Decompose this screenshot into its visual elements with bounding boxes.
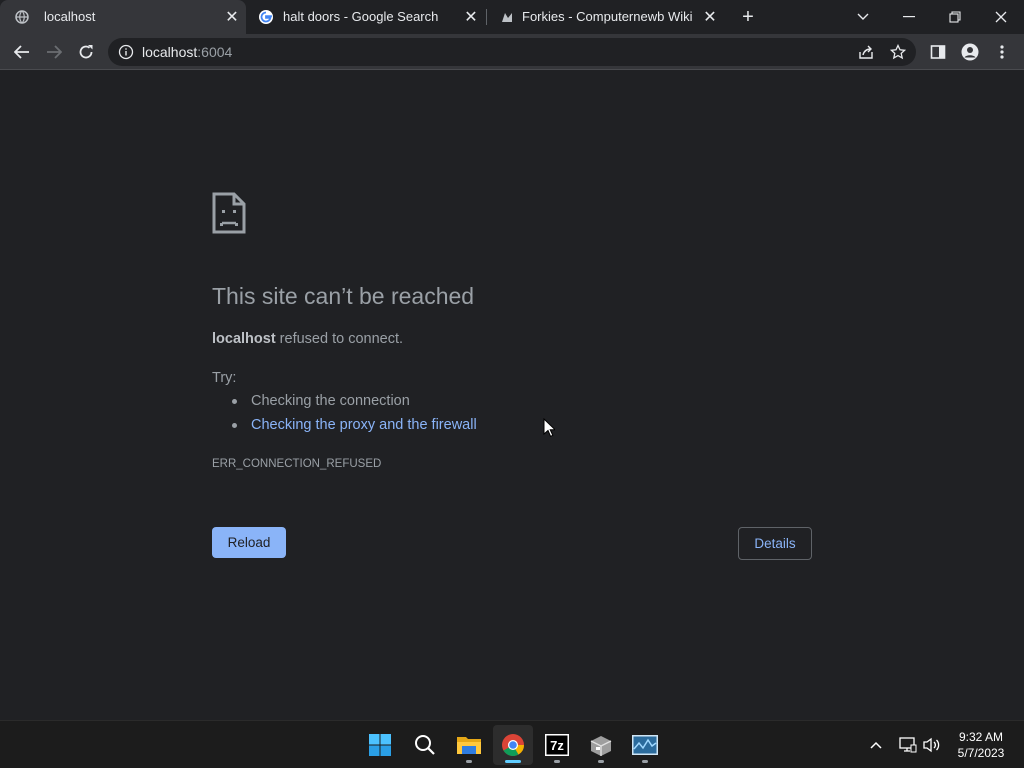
clock-time: 9:32 AM	[958, 730, 1004, 744]
chrome-icon[interactable]	[493, 725, 533, 765]
error-code: ERR_CONNECTION_REFUSED	[212, 458, 382, 470]
browser-toolbar: localhost:6004	[0, 34, 1024, 70]
close-tab-icon[interactable]: ✕	[702, 9, 718, 26]
resource-monitor-icon[interactable]	[625, 725, 665, 765]
details-button[interactable]: Details	[738, 527, 812, 560]
suggestion-text: Checking the connection	[251, 393, 410, 409]
tab-title: Forkies - Computernewb Wiki	[522, 9, 693, 24]
7zip-icon[interactable]: 7z	[537, 725, 577, 765]
reload-button[interactable]: Reload	[212, 527, 286, 558]
mouse-cursor-icon	[543, 417, 557, 443]
sad-page-icon	[212, 192, 246, 239]
tab-title: localhost	[44, 9, 96, 24]
error-message: localhost refused to connect.	[212, 331, 404, 347]
error-title: This site can’t be reached	[212, 283, 475, 309]
side-panel-icon[interactable]	[926, 40, 950, 64]
tab-strip: localhost ✕ halt doors - Google Search ✕…	[0, 0, 1024, 34]
system-clock[interactable]: 9:32 AM 5/7/2023	[948, 729, 1014, 761]
show-hidden-icons-chevron-icon[interactable]	[866, 733, 886, 757]
taskbar: 7z 9:32 AM 5/7/2023	[0, 720, 1024, 768]
tab-title: halt doors - Google Search	[283, 9, 439, 24]
tab-forkies-wiki[interactable]: Forkies - Computernewb Wiki ✕	[487, 0, 727, 34]
new-tab-button[interactable]: +	[738, 6, 758, 28]
search-icon[interactable]	[405, 725, 445, 765]
close-tab-icon[interactable]: ✕	[463, 9, 479, 26]
volume-icon[interactable]	[922, 733, 942, 757]
running-indicator	[505, 760, 521, 763]
minimize-icon[interactable]	[896, 4, 922, 30]
suggestion-item: Checking the connection	[232, 393, 410, 409]
bullet	[232, 398, 237, 404]
running-indicator	[554, 760, 560, 763]
menu-kebab-icon[interactable]	[990, 40, 1014, 64]
network-icon[interactable]	[898, 733, 918, 757]
close-tab-icon[interactable]: ✕	[224, 9, 240, 26]
forward-button[interactable]	[42, 40, 66, 64]
running-indicator	[598, 760, 604, 763]
windows-start-icon[interactable]	[360, 725, 400, 765]
google-icon	[258, 9, 274, 25]
tab-google-search[interactable]: halt doors - Google Search ✕	[246, 0, 486, 34]
running-indicator	[642, 760, 648, 763]
svg-text:7z: 7z	[550, 738, 564, 753]
reload-page-icon[interactable]	[74, 40, 98, 64]
bookmark-star-icon[interactable]	[886, 40, 910, 64]
globe-icon	[14, 9, 30, 25]
url-text: localhost:6004	[142, 44, 233, 60]
clock-date: 5/7/2023	[957, 746, 1005, 760]
share-icon[interactable]	[854, 40, 878, 64]
profile-icon[interactable]	[958, 40, 982, 64]
proxy-firewall-link[interactable]: Checking the proxy and the firewall	[251, 417, 477, 433]
try-label: Try:	[212, 370, 237, 386]
address-bar[interactable]: localhost:6004	[108, 38, 916, 66]
file-explorer-icon[interactable]	[449, 725, 489, 765]
tab-search-icon[interactable]	[850, 4, 876, 30]
bullet	[232, 422, 237, 428]
wiki-icon	[499, 9, 515, 25]
restore-icon[interactable]	[942, 4, 968, 30]
close-window-icon[interactable]	[988, 4, 1014, 30]
site-info-icon[interactable]	[118, 44, 134, 60]
back-button[interactable]	[10, 40, 34, 64]
running-indicator	[466, 760, 472, 763]
page-content: This site can’t be reached localhost ref…	[0, 71, 1024, 720]
tab-localhost[interactable]: localhost ✕	[0, 0, 246, 34]
suggestion-item-link[interactable]: Checking the proxy and the firewall	[232, 417, 477, 433]
package-icon[interactable]	[581, 725, 621, 765]
